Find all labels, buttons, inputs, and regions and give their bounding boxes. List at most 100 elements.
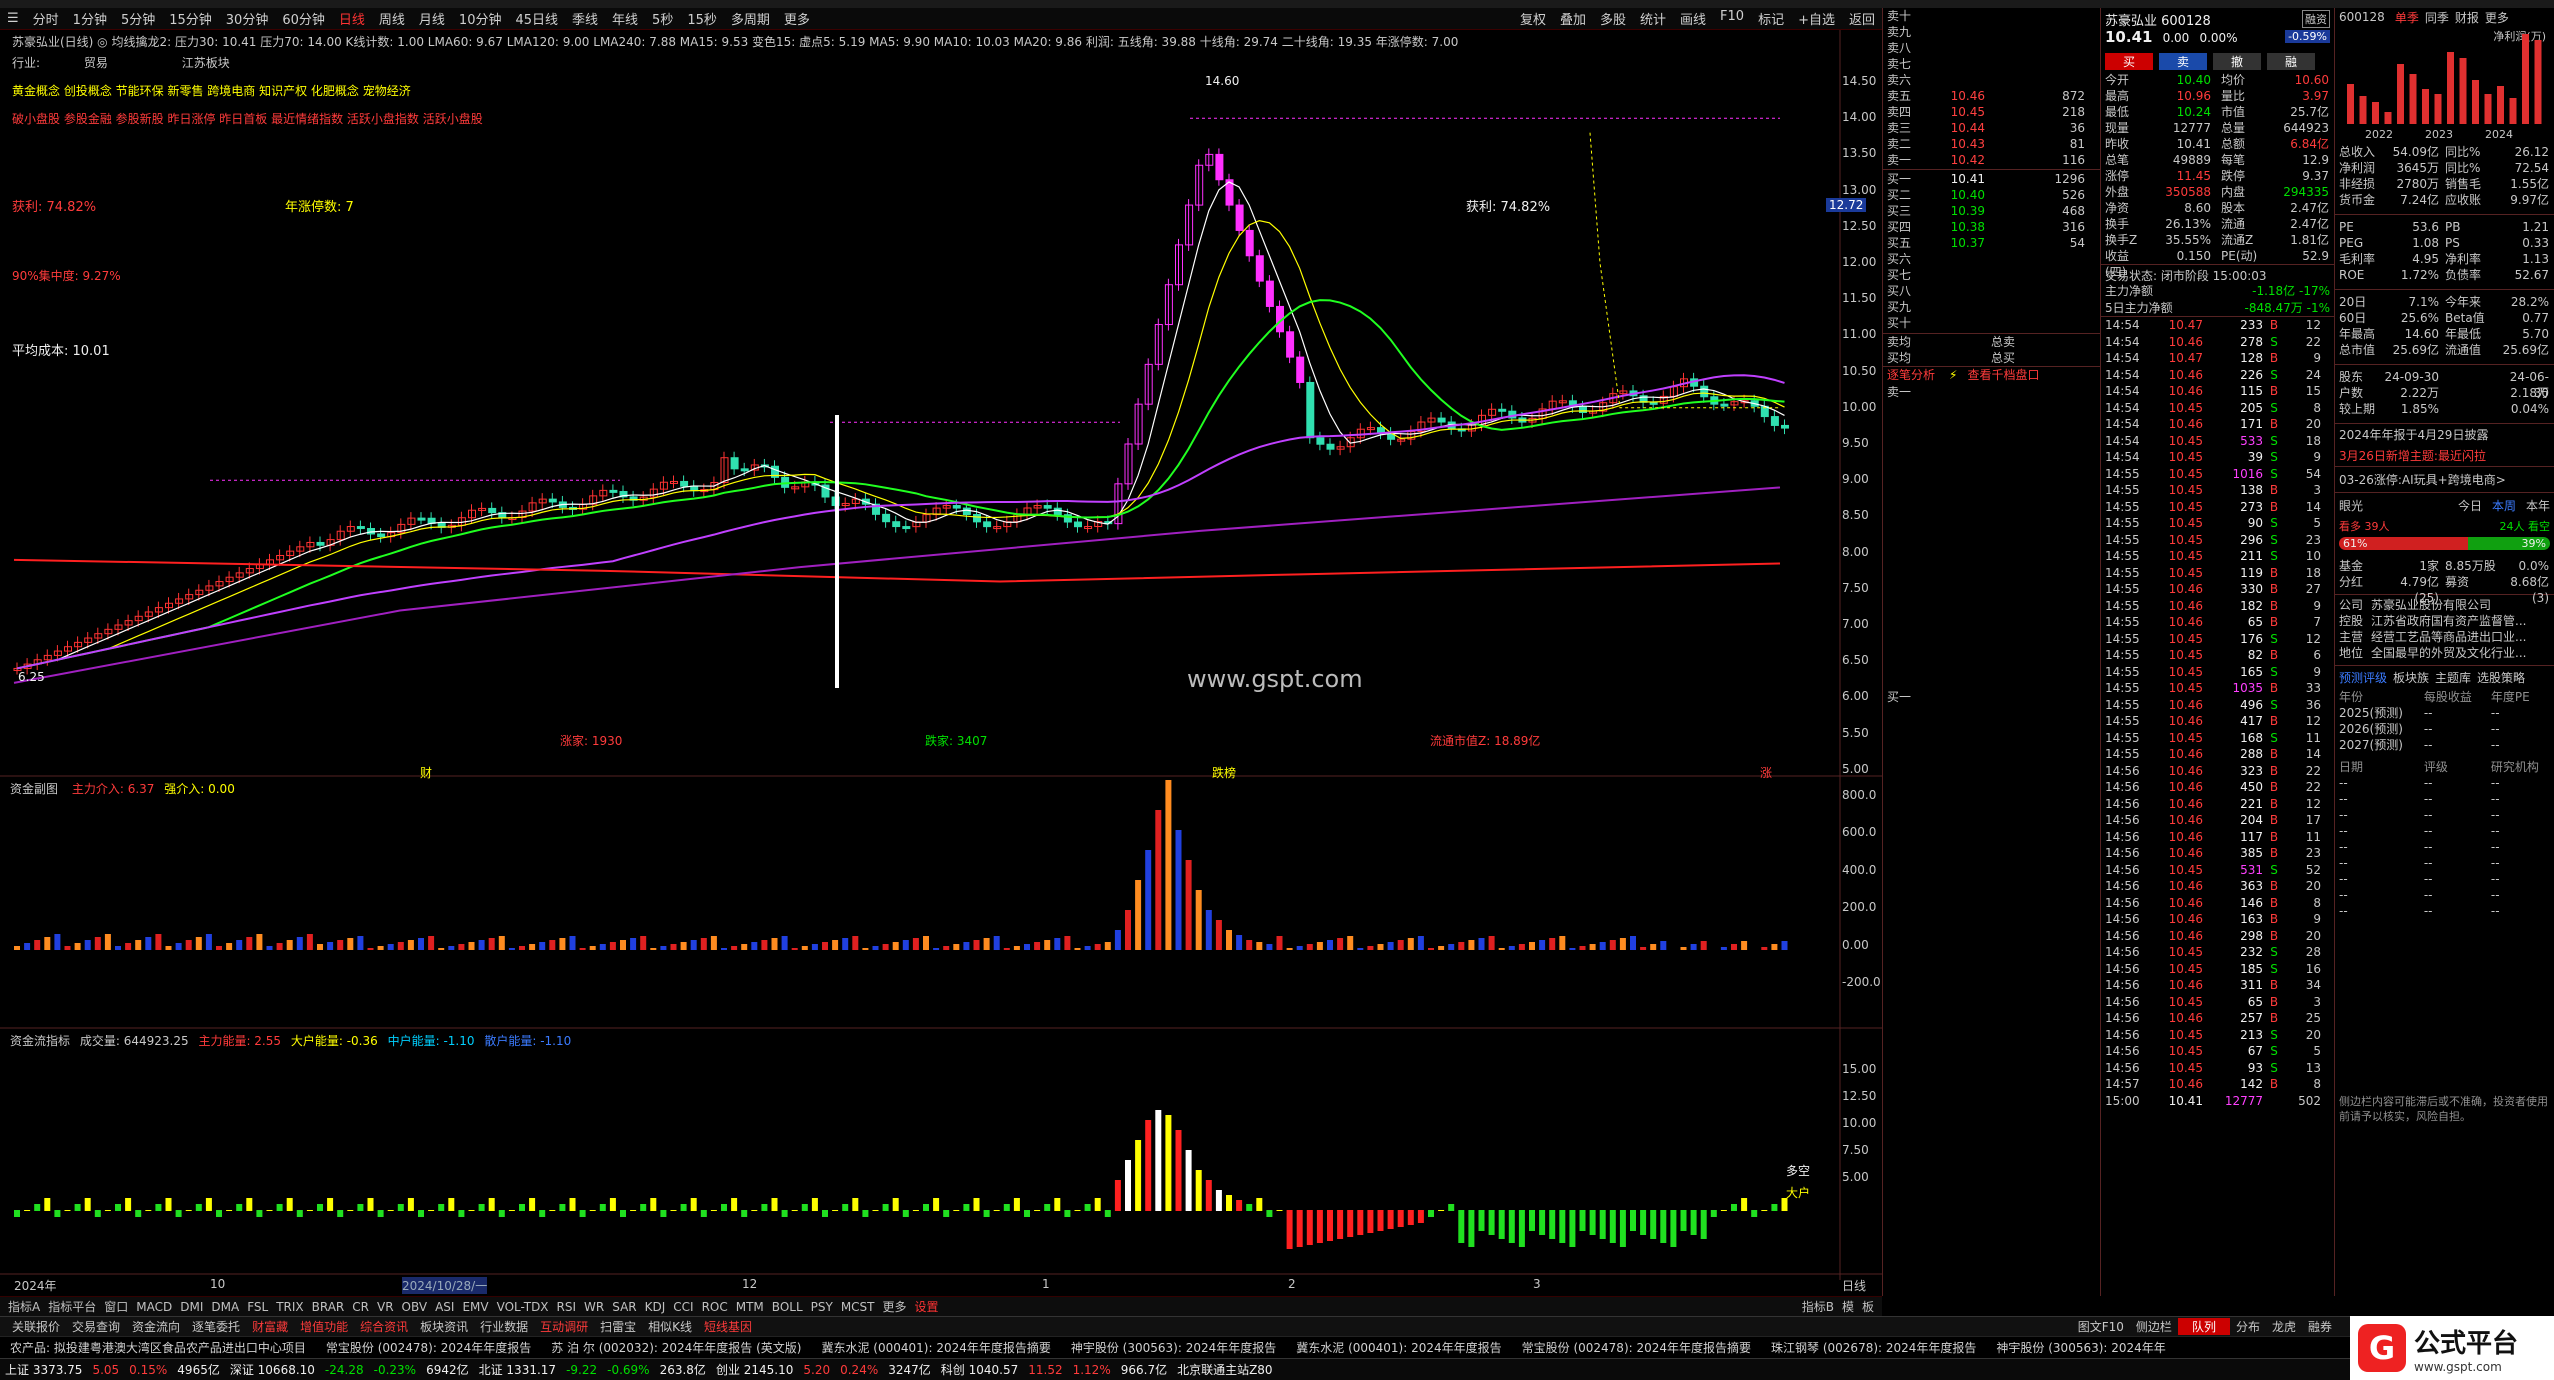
news-item[interactable]: 神宇股份 (300563): 2024年年 — [1986, 1339, 2175, 1356]
info-tab[interactable]: 关联报价 — [6, 1318, 66, 1335]
indicator-tab[interactable]: VR — [373, 1300, 398, 1314]
info-right-tab[interactable]: 图文F10 — [2072, 1318, 2130, 1335]
indicator-tab[interactable]: MTM — [732, 1300, 768, 1314]
chart-tool-button[interactable]: 标记 — [1751, 9, 1791, 28]
indicator-right-tab[interactable]: 模 — [1838, 1298, 1858, 1315]
info-tab[interactable]: 综合资讯 — [354, 1318, 414, 1335]
zhubi-analysis-link[interactable]: 逐笔分析 — [1883, 367, 1935, 382]
cancel-button[interactable]: 撤 — [2213, 52, 2261, 70]
indicator-tab[interactable]: SAR — [608, 1300, 640, 1314]
kline-chart-area[interactable]: 苏豪弘业(日线) ◎ 均线擒龙2: 压力30: 10.41 压力70: 14.0… — [0, 30, 1882, 1294]
info-tab[interactable]: 扫雷宝 — [594, 1318, 642, 1335]
indicator-right-tab[interactable]: 指标B — [1798, 1298, 1838, 1315]
info-tab[interactable]: 互动调研 — [534, 1318, 594, 1335]
indicator-tab[interactable]: ASI — [431, 1300, 458, 1314]
indicator-tab[interactable]: 指标平台 — [44, 1298, 100, 1315]
eye-tab-week[interactable]: 本周 — [2492, 497, 2516, 514]
indicator-tab[interactable]: RSI — [553, 1300, 581, 1314]
period-tab[interactable]: 周线 — [372, 9, 412, 28]
info-right-tab[interactable]: 队列 — [2177, 1318, 2230, 1335]
info-tab[interactable]: 资金流向 — [126, 1318, 186, 1335]
book-level[interactable]: 买八 — [1883, 283, 2100, 299]
book-level[interactable]: 卖六 — [1883, 72, 2100, 88]
indicator-tab[interactable]: MCST — [837, 1300, 879, 1314]
news-item[interactable]: 农产品: 拟投建粤港澳大湾区食品农产品进出口中心项目 — [0, 1339, 316, 1356]
period-tab[interactable]: 60分钟 — [275, 9, 332, 28]
book-level[interactable]: 卖十 — [1883, 8, 2100, 24]
book-level[interactable]: 买七 — [1883, 267, 2100, 283]
f10-tab[interactable]: 单季 — [2395, 9, 2419, 26]
info-tab[interactable]: 相似K线 — [642, 1318, 698, 1335]
hot-theme[interactable]: 3月26日新增主题:最近闪拉 — [2335, 445, 2554, 466]
info-tab[interactable]: 行业数据 — [474, 1318, 534, 1335]
forecast-tab[interactable]: 主题库 — [2435, 669, 2471, 686]
indicator-tab[interactable]: VOL-TDX — [493, 1300, 553, 1314]
info-tab[interactable]: 交易查询 — [66, 1318, 126, 1335]
info-right-tab[interactable]: 分布 — [2230, 1318, 2266, 1335]
period-tab[interactable]: 月线 — [412, 9, 452, 28]
period-tab[interactable]: 15分钟 — [162, 9, 219, 28]
indicator-tab[interactable]: CR — [348, 1300, 373, 1314]
info-tab[interactable]: 财富藏 — [246, 1318, 294, 1335]
book-level[interactable]: 买一 10.41 1296 — [1883, 171, 2100, 187]
chart-tool-button[interactable]: 复权 — [1513, 9, 1553, 28]
period-tab[interactable]: 多周期 — [724, 9, 777, 28]
indicator-tab[interactable]: KDJ — [641, 1300, 670, 1314]
news-item[interactable]: 冀东水泥 (000401): 2024年年度报告 — [1286, 1339, 1511, 1356]
info-tab[interactable]: 逐笔委托 — [186, 1318, 246, 1335]
toolbar-menu-icon[interactable]: ☰ — [0, 11, 26, 26]
book-level[interactable]: 卖九 — [1883, 24, 2100, 40]
news-item[interactable]: 苏 泊 尔 (002032): 2024年年度报告 (英文版) — [541, 1339, 811, 1356]
chart-tool-button[interactable]: 统计 — [1633, 9, 1673, 28]
indicator-tab[interactable]: TRIX — [272, 1300, 307, 1314]
period-tab[interactable]: 5秒 — [645, 9, 680, 28]
indicator-tab[interactable]: BRAR — [308, 1300, 349, 1314]
period-tab[interactable]: 季线 — [565, 9, 605, 28]
indicator-tab[interactable]: MACD — [132, 1300, 176, 1314]
book-level[interactable]: 卖三 10.44 36 — [1883, 120, 2100, 136]
book-level[interactable]: 卖七 — [1883, 56, 2100, 72]
f10-tab[interactable]: 更多 — [2485, 9, 2509, 26]
book-level[interactable]: 卖一 10.42 116 — [1883, 152, 2100, 168]
info-right-tab[interactable]: 侧边栏 — [2130, 1318, 2178, 1335]
qiandang-link[interactable]: 查看千档盘口 — [1967, 367, 2039, 382]
forecast-tab[interactable]: 预测评级 — [2339, 669, 2387, 686]
chart-tool-button[interactable]: 返回 — [1842, 9, 1882, 28]
f10-tab[interactable]: 同季 — [2425, 9, 2449, 26]
book-level[interactable]: 卖四 10.45 218 — [1883, 104, 2100, 120]
indicator-tab[interactable]: 更多 — [879, 1298, 911, 1315]
margin-button[interactable]: 融 — [2267, 52, 2315, 70]
kline-chart-svg[interactable] — [0, 30, 1882, 1280]
book-level[interactable]: 买十 — [1883, 315, 2100, 331]
book-level[interactable]: 卖二 10.43 81 — [1883, 136, 2100, 152]
news-item[interactable]: 常宝股份 (002478): 2024年年度报告摘要 — [1512, 1339, 1761, 1356]
info-tab[interactable]: 板块资讯 — [414, 1318, 474, 1335]
indicator-tab[interactable]: 窗口 — [100, 1298, 132, 1315]
book-level[interactable]: 卖五 10.46 872 — [1883, 88, 2100, 104]
period-tab[interactable]: 5分钟 — [114, 9, 162, 28]
theme-link[interactable]: 03-26涨停:AI玩具+跨境电商> — [2335, 466, 2554, 492]
chart-tool-button[interactable]: 叠加 — [1553, 9, 1593, 28]
period-tab[interactable]: 更多 — [777, 9, 817, 28]
margin-badge[interactable]: 融资 — [2302, 10, 2330, 28]
book-level[interactable]: 买九 — [1883, 299, 2100, 315]
indicator-tab[interactable]: 设置 — [911, 1298, 943, 1315]
tick-list[interactable]: 14:54 10.47 233 B 12 14:54 10.46 278 S 22 14:54 10.… — [2101, 316, 2334, 1109]
indicator-tab[interactable]: EMV — [458, 1300, 492, 1314]
book-level[interactable]: 买四 10.38 316 — [1883, 219, 2100, 235]
sell-button[interactable]: 卖 — [2159, 52, 2207, 70]
indicator-tab[interactable]: DMA — [207, 1300, 243, 1314]
indicator-tab[interactable]: OBV — [398, 1300, 432, 1314]
buy-button[interactable]: 买 — [2105, 52, 2153, 70]
indicator-tab[interactable]: PSY — [807, 1300, 837, 1314]
chart-tool-button[interactable]: F10 — [1713, 9, 1751, 28]
indicator-tab[interactable]: WR — [580, 1300, 608, 1314]
indicator-tab[interactable]: CCI — [669, 1300, 697, 1314]
info-right-tab[interactable]: 融券 — [2302, 1318, 2338, 1335]
book-level[interactable]: 买六 — [1883, 251, 2100, 267]
period-tab[interactable]: 10分钟 — [452, 9, 509, 28]
indicator-tab[interactable]: DMI — [176, 1300, 207, 1314]
book-level[interactable]: 买五 10.37 54 — [1883, 235, 2100, 251]
period-tab[interactable]: 年线 — [605, 9, 645, 28]
indicator-tab[interactable]: 指标A — [4, 1298, 44, 1315]
